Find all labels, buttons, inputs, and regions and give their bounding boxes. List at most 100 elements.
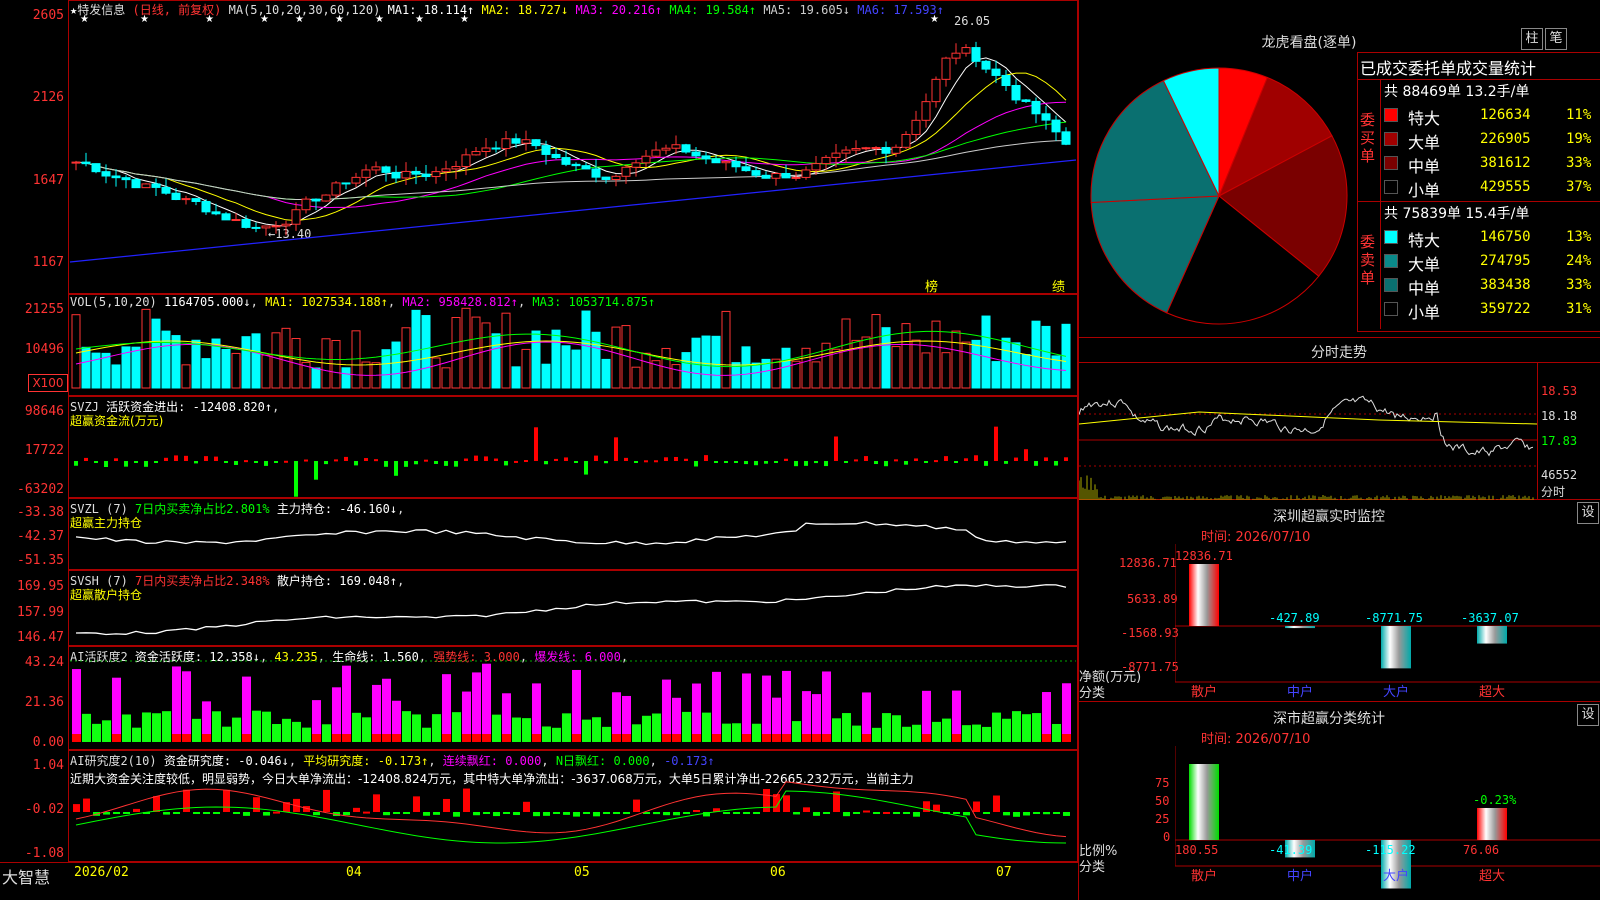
candle-body — [981, 60, 991, 70]
vol-bar — [191, 339, 201, 389]
vol-bar — [421, 315, 431, 389]
research-bar — [463, 788, 470, 812]
sell-row-value: 274795 — [1480, 253, 1531, 269]
buy-row-pct: 33% — [1566, 155, 1592, 171]
flow-bar — [144, 461, 148, 467]
category-label: 散户 — [1191, 868, 1217, 884]
flow-bar — [234, 461, 238, 465]
candle-body — [551, 153, 561, 159]
sz-monitor-panel[interactable]: 深圳超赢实时监控 设 时间: 2026/07/10 12836.71 5633.… — [1078, 500, 1600, 702]
flow-bar — [344, 456, 348, 461]
activity-bar — [642, 715, 651, 742]
category-label: 中户 — [1287, 868, 1313, 884]
candle-body — [181, 198, 191, 201]
sell-row-pct: 31% — [1566, 301, 1592, 317]
flow-bar — [764, 461, 768, 464]
flow-bar — [714, 461, 718, 463]
vol-bar — [771, 358, 781, 389]
research-bar — [453, 812, 460, 817]
category-label: 大户 — [1383, 684, 1409, 700]
activity-bar — [212, 711, 221, 742]
vol-bar — [251, 333, 261, 389]
buy-row-pct: 37% — [1566, 179, 1592, 195]
activity-bar-base — [622, 734, 631, 742]
research-bar — [513, 812, 520, 816]
fenshi-vol-label: 46552 — [1541, 468, 1578, 482]
activity-bar — [382, 678, 391, 742]
flow-bar — [974, 455, 978, 461]
category-label: 大户 — [1383, 868, 1409, 884]
vol-bar — [91, 352, 101, 389]
category-label: 超大 — [1479, 685, 1505, 700]
candle-body — [781, 172, 791, 179]
candle-body — [1051, 119, 1061, 133]
bar-mode-button[interactable]: 柱 — [1521, 28, 1543, 50]
vol-bar — [81, 346, 91, 389]
activity-bar-base — [662, 734, 671, 742]
flow-bar — [684, 458, 688, 461]
flow-bar — [1054, 461, 1058, 466]
research-bar — [693, 810, 700, 813]
vol-bar — [1001, 337, 1011, 389]
tick-mode-button[interactable]: 笔 — [1545, 28, 1567, 50]
flow-bar — [984, 461, 988, 466]
fenshi-axis-3: 17.83 — [1541, 434, 1578, 448]
activity-bar — [882, 713, 891, 742]
activity-bar — [262, 711, 271, 742]
candle-body — [111, 175, 121, 179]
activity-bar — [322, 724, 331, 742]
candle-body — [121, 177, 131, 181]
activity-bar — [722, 723, 731, 742]
flow-bar — [644, 460, 648, 463]
activity-bar — [352, 712, 361, 742]
flow-bar — [844, 461, 848, 463]
event-star-icon: ★ — [415, 14, 424, 25]
vol-bar — [891, 346, 901, 389]
candle-body — [231, 219, 241, 222]
candle-body — [991, 68, 1001, 76]
candle-body — [1041, 113, 1051, 121]
flow-bar — [314, 461, 318, 480]
candle-body — [671, 144, 681, 149]
research-bar — [1023, 812, 1030, 816]
vol-bar — [561, 345, 571, 389]
research-bar — [1053, 812, 1060, 814]
sell-row-pct: 24% — [1566, 253, 1592, 269]
flow-bar — [594, 455, 598, 461]
flow-bar — [654, 460, 658, 463]
vol-bar — [171, 335, 181, 389]
candle-body — [921, 101, 931, 121]
candle-body — [371, 166, 381, 171]
event-star-icon: ★ — [80, 14, 89, 25]
chart-area[interactable]: ★特发信息 (日线, 前复权) MA(5,10,20,30,60,120) MA… — [0, 0, 1078, 887]
activity-bar — [1062, 683, 1071, 742]
sz-class-panel[interactable]: 深市超赢分类统计 设 时间: 2026/07/10 75 50 25 0 比例%… — [1078, 702, 1600, 900]
fenshi-panel[interactable]: 分时走势 18.53 18.18 17.83 46552 分时 — [1078, 338, 1600, 500]
buy-row-value: 126634 — [1480, 107, 1531, 123]
activity-bar-base — [72, 734, 81, 742]
lhb-panel[interactable]: 龙虎看盘(逐单) 柱 笔 已成交委托单成交量统计 委买单 委卖单 共 88469… — [1078, 0, 1600, 338]
event-star-icon: ★ — [140, 14, 149, 25]
activity-bar — [222, 726, 231, 742]
stats-box: 已成交委托单成交量统计 委买单 委卖单 共 88469单 13.2手/单 共 7… — [1357, 52, 1600, 332]
activity-bar-base — [442, 734, 451, 742]
flow-bar — [184, 455, 188, 461]
research-bar — [163, 812, 170, 815]
activity-bar — [752, 723, 761, 742]
vol-bar — [521, 348, 531, 389]
flow-bar — [544, 461, 548, 465]
buy-row-swatch — [1384, 108, 1398, 122]
flow-bar — [364, 458, 368, 461]
candle-body — [421, 173, 431, 178]
research-bar — [523, 801, 530, 812]
research-bar — [753, 812, 760, 814]
candle-body — [361, 169, 371, 178]
candle-body — [271, 225, 281, 228]
flow-bar — [354, 461, 358, 466]
sell-total: 共 75839单 15.4手/单 — [1384, 206, 1530, 222]
research-bar — [323, 789, 330, 812]
vol-bar — [1041, 325, 1051, 389]
activity-bar-base — [922, 734, 931, 742]
vol-bar — [581, 310, 591, 389]
activity-bar — [402, 711, 411, 742]
